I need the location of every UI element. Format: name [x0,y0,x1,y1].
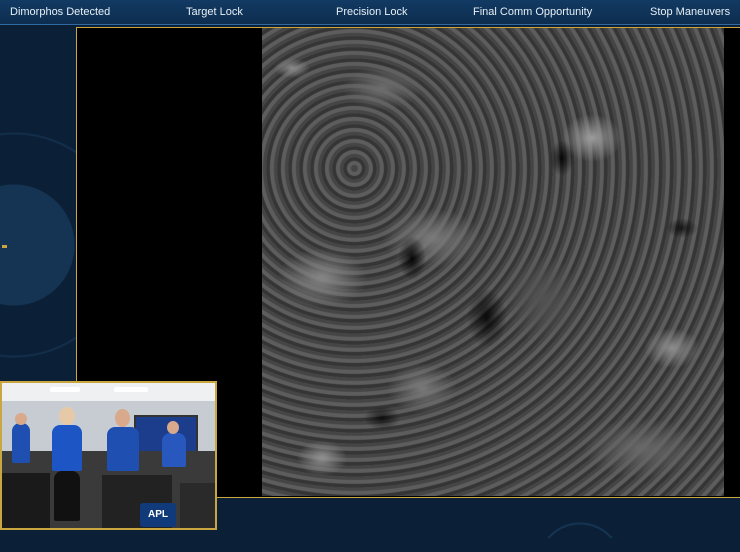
ceiling-light [50,387,80,392]
mission-control-video: APL [0,381,217,530]
side-tick-mark [2,245,7,248]
ceiling-light [114,387,148,392]
person-blue-shirt [162,433,186,467]
monitor [180,483,215,528]
person-head [115,409,130,427]
asteroid-surface-image [262,28,724,496]
milestone-dimorphos-detected: Dimorphos Detected [10,6,111,18]
person-head [167,421,179,434]
person-head [59,407,75,425]
milestone-stop-maneuvers: Stop Maneuvers [650,6,731,18]
person-blue-shirt [52,425,82,471]
person-head [15,413,27,425]
bottom-bar [0,538,740,552]
milestone-bar: Dimorphos Detected Target Lock Precision… [0,0,740,25]
milestone-final-comm-opportunity: Final Comm Opportunity [473,6,593,18]
apl-logo: APL [140,503,176,527]
milestone-precision-lock: Precision Lock [336,6,408,18]
milestone-target-lock: Target Lock [186,6,243,18]
person-pants [54,471,80,521]
workstation-desk [2,473,50,528]
rock-shadows [262,28,724,496]
person-blue-shirt [107,427,139,471]
person-blue-shirt [12,423,30,463]
pip-ceiling [2,383,215,401]
